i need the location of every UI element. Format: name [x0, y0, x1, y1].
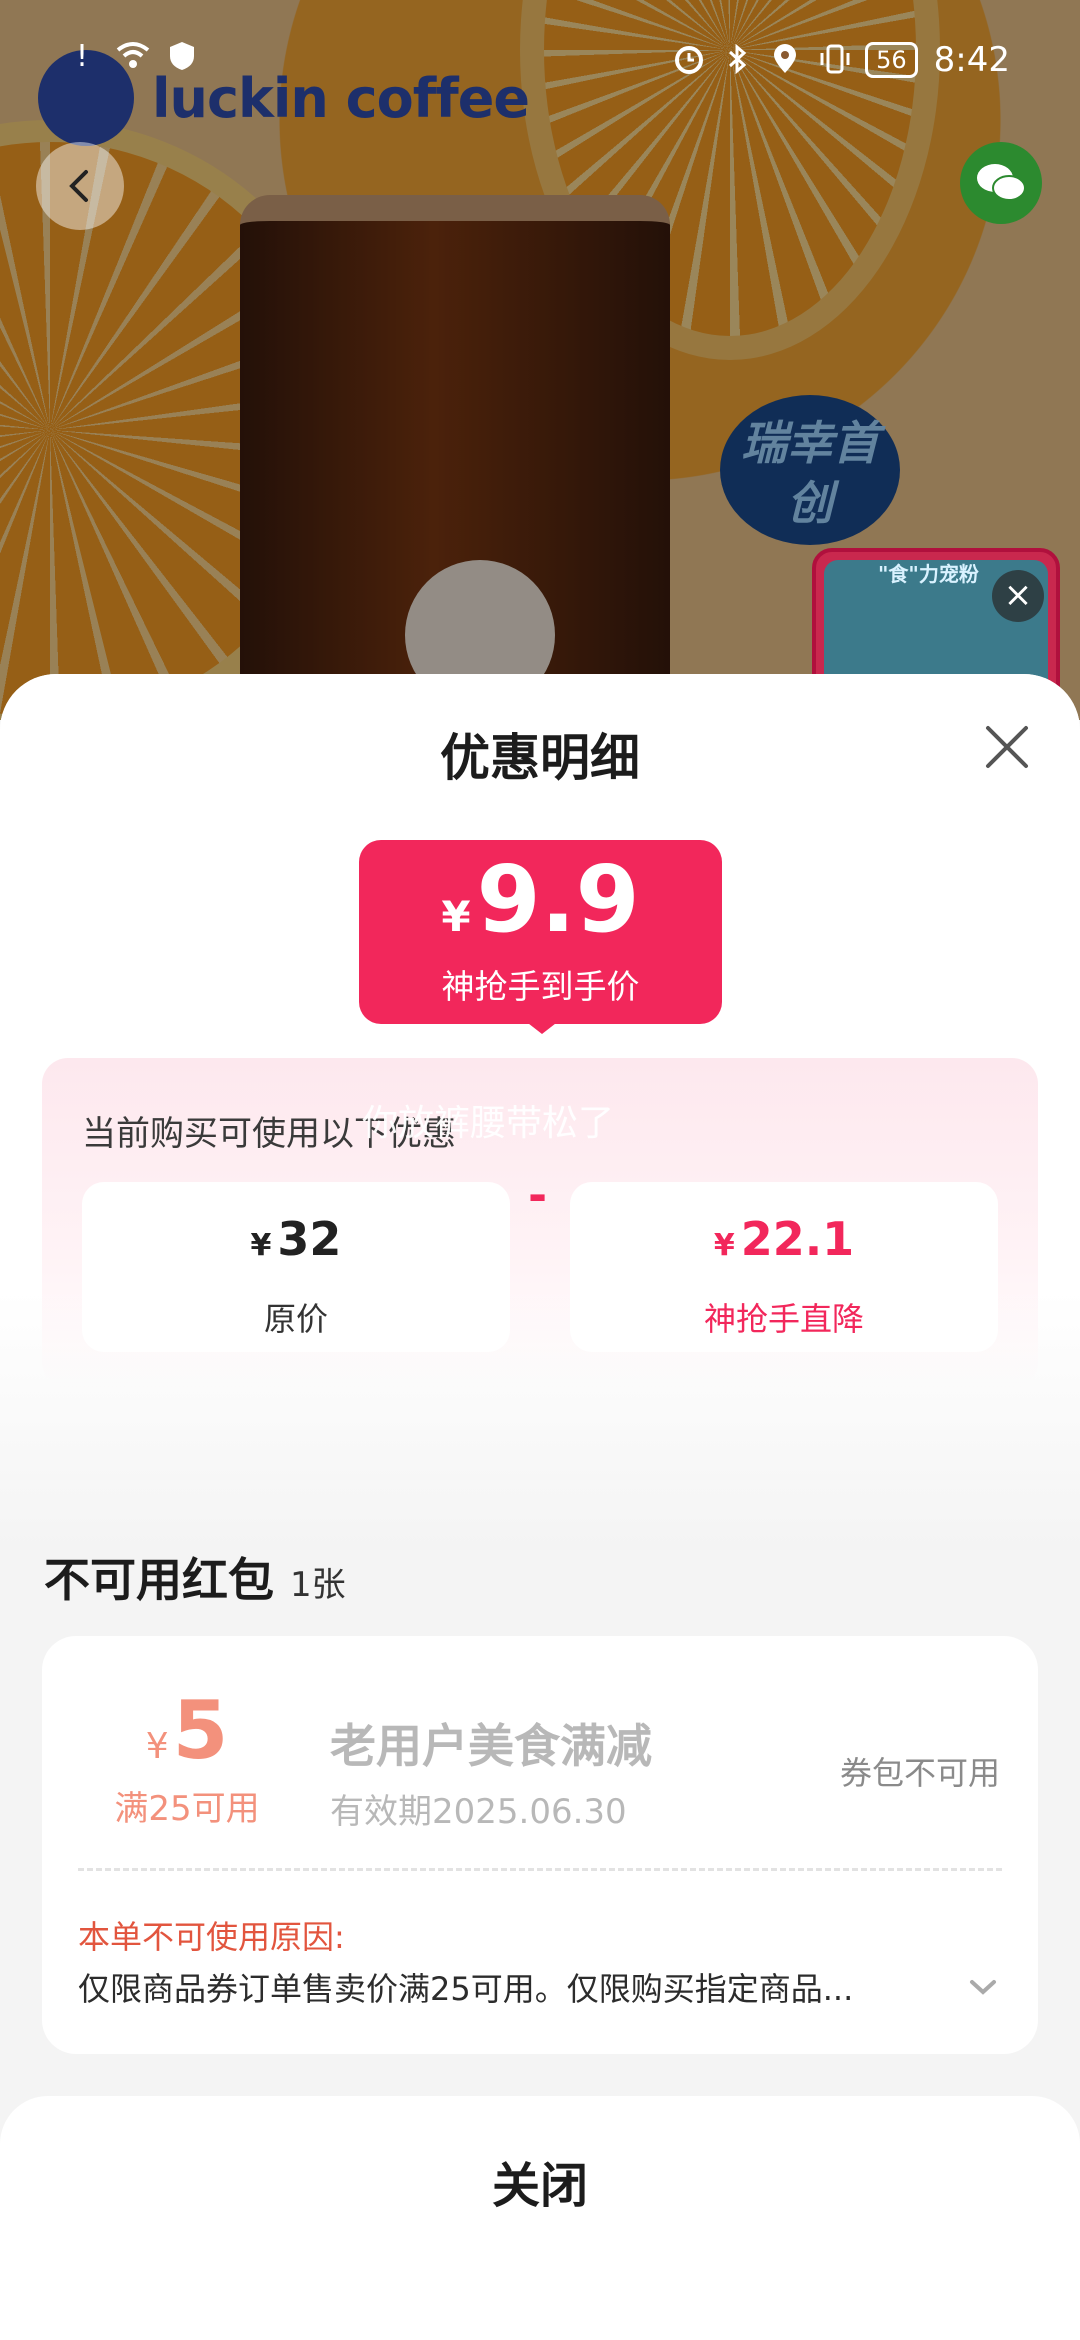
final-price-label: 神抢手到手价 [441, 967, 640, 1006]
coupon-validity: 有效期2025.06.30 [330, 1792, 627, 1832]
discount-detail-sheet: 优惠明细 ¥9.9 神抢手到手价 当前购买可使用以下优惠 你放裤腰带松了 ¥32… [0, 674, 1080, 2340]
close-button[interactable]: 关闭 [0, 2136, 1080, 2236]
wechat-icon [977, 164, 1026, 201]
expand-reason-button[interactable] [966, 1970, 1000, 2004]
watermark-text: 你放裤腰带松了 [362, 1103, 615, 1144]
wifi-icon [116, 40, 150, 74]
sheet-close-button[interactable] [982, 722, 1032, 772]
original-price-label: 原价 [263, 1300, 328, 1338]
chevron-left-icon [69, 170, 88, 202]
final-price: 9.9 [476, 846, 640, 953]
clock: 8:42 [933, 40, 1010, 80]
final-price-box: ¥9.9 神抢手到手价 [359, 840, 722, 1024]
price-currency: ¥ [441, 892, 471, 941]
chevron-down-icon [970, 1980, 996, 1995]
status-bar: ! 56 8:42 [0, 30, 1080, 94]
alert-icon: ! [75, 39, 89, 74]
unavailable-count: 1张 [290, 1565, 346, 1605]
coupon-condition: 满25可用 [114, 1789, 260, 1829]
original-price-card: ¥32 原价 [82, 1182, 510, 1352]
back-button[interactable] [36, 142, 124, 230]
minus-sign: - [528, 1168, 548, 1222]
promo-card-close-button[interactable]: × [992, 570, 1044, 622]
unavailable-section-title: 不可用红包 1张 [44, 1553, 346, 1607]
battery-indicator: 56 [865, 42, 918, 78]
coupon-name: 老用户美食满减 [330, 1719, 652, 1773]
reduction-label: 神抢手直降 [703, 1300, 864, 1338]
location-icon [769, 43, 801, 77]
reduction-card: ¥22.1 神抢手直降 [570, 1182, 998, 1352]
alarm-icon [673, 43, 705, 77]
coupon-divider [78, 1868, 1002, 1871]
coupon-status: 券包不可用 [839, 1754, 1000, 1792]
coupon-card[interactable]: ¥5 满25可用 老用户美食满减 有效期2025.06.30 券包不可用 本单不… [42, 1636, 1038, 2054]
wechat-share-button[interactable] [960, 142, 1042, 224]
reduction-amount: 22.1 [740, 1212, 855, 1266]
sheet-title: 优惠明细 [440, 729, 640, 787]
original-price: 32 [277, 1212, 342, 1266]
bluetooth-icon [721, 43, 753, 77]
coupon-amount: ¥5 满25可用 [102, 1684, 272, 1830]
reason-title: 本单不可使用原因: [78, 1918, 345, 1956]
close-icon [986, 726, 1028, 768]
reason-text: 仅限商品券订单售卖价满25可用。仅限购买指定商品... [78, 1970, 854, 2008]
shield-icon [166, 40, 198, 74]
bottom-bar: 关闭 [0, 2096, 1080, 2340]
vibrate-icon [817, 43, 850, 77]
promo-card-title: "食"力宠粉 [878, 562, 979, 586]
discount-panel: 当前购买可使用以下优惠 你放裤腰带松了 ¥32 原价 - ¥22.1 神抢手直降 [42, 1058, 1038, 1388]
